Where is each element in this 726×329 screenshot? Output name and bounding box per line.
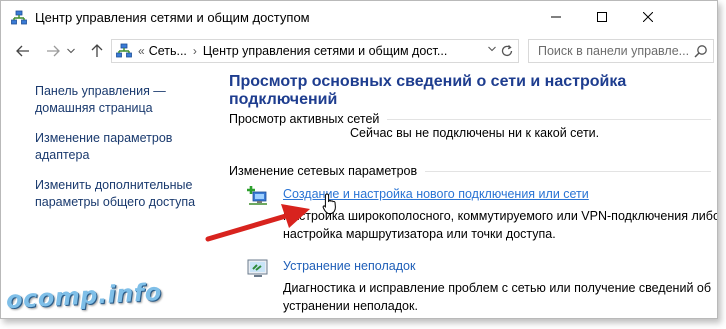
page-title: Просмотр основных сведений о сети и наст… (229, 73, 627, 108)
breadcrumb-separator[interactable]: › (193, 44, 197, 58)
window-title: Центр управления сетями и общим доступом (35, 10, 310, 25)
new-connection-description: Настройка широкополосного, коммутируемог… (283, 209, 718, 241)
refresh-icon (501, 45, 513, 57)
back-button[interactable] (13, 41, 33, 61)
no-network-status: Сейчас вы не подключены ни к какой сети. (350, 126, 600, 140)
minimize-button[interactable] (533, 1, 579, 33)
address-bar[interactable]: « Сеть... › Центр управления сетями и об… (111, 39, 519, 63)
title-bar[interactable]: Центр управления сетями и общим доступом (1, 1, 717, 35)
change-settings-section: Изменение сетевых параметров (229, 164, 711, 178)
section-divider (387, 118, 711, 120)
network-center-icon (11, 10, 27, 25)
new-connection-icon (247, 186, 267, 205)
close-button[interactable] (625, 1, 671, 33)
up-button[interactable] (87, 41, 107, 61)
troubleshoot-link[interactable]: Устранение неполадок (283, 259, 415, 273)
breadcrumb-network-center[interactable]: Центр управления сетями и общим дост... (203, 44, 447, 58)
search-input[interactable] (529, 40, 698, 62)
forward-button[interactable] (43, 41, 63, 61)
change-settings-heading: Изменение сетевых параметров (229, 164, 418, 178)
navigation-bar: « Сеть... › Центр управления сетями и об… (1, 36, 717, 66)
sidebar-item-adapter-settings[interactable]: Изменение параметров адаптера (35, 130, 205, 164)
sidebar-item-sharing-settings[interactable]: Изменить дополнительные параметры общего… (35, 177, 205, 211)
close-icon (643, 12, 653, 22)
hand-cursor-icon (322, 193, 336, 214)
troubleshoot-icon (247, 259, 268, 277)
minimize-icon (551, 16, 561, 18)
section-divider (425, 170, 711, 172)
sidebar: Панель управления — домашняя страница Из… (35, 83, 205, 224)
control-panel-window: Центр управления сетями и общим доступом (0, 0, 718, 319)
main-content: Просмотр основных сведений о сети и наст… (229, 69, 717, 313)
address-dropdown-button[interactable] (488, 44, 496, 55)
chevron-down-icon (488, 46, 496, 52)
arrow-left-icon (16, 45, 29, 57)
active-networks-heading: Просмотр активных сетей (229, 112, 380, 126)
search-icon (694, 45, 707, 58)
chevron-down-icon (67, 48, 75, 54)
search-box[interactable] (528, 39, 714, 63)
recent-locations-button[interactable] (64, 41, 78, 61)
active-networks-section: Просмотр активных сетей (229, 112, 711, 126)
arrow-up-icon (91, 44, 103, 57)
network-center-icon (116, 43, 132, 58)
sidebar-item-control-panel-home[interactable]: Панель управления — домашняя страница (35, 83, 205, 117)
maximize-icon (597, 12, 607, 22)
refresh-button[interactable] (499, 43, 515, 59)
arrow-right-icon (47, 45, 60, 57)
troubleshoot-description: Диагностика и исправление проблем с сеть… (283, 281, 712, 313)
maximize-button[interactable] (579, 1, 625, 33)
breadcrumb-network[interactable]: Сеть... (149, 44, 187, 58)
address-overflow-indicator[interactable]: « (138, 44, 145, 58)
